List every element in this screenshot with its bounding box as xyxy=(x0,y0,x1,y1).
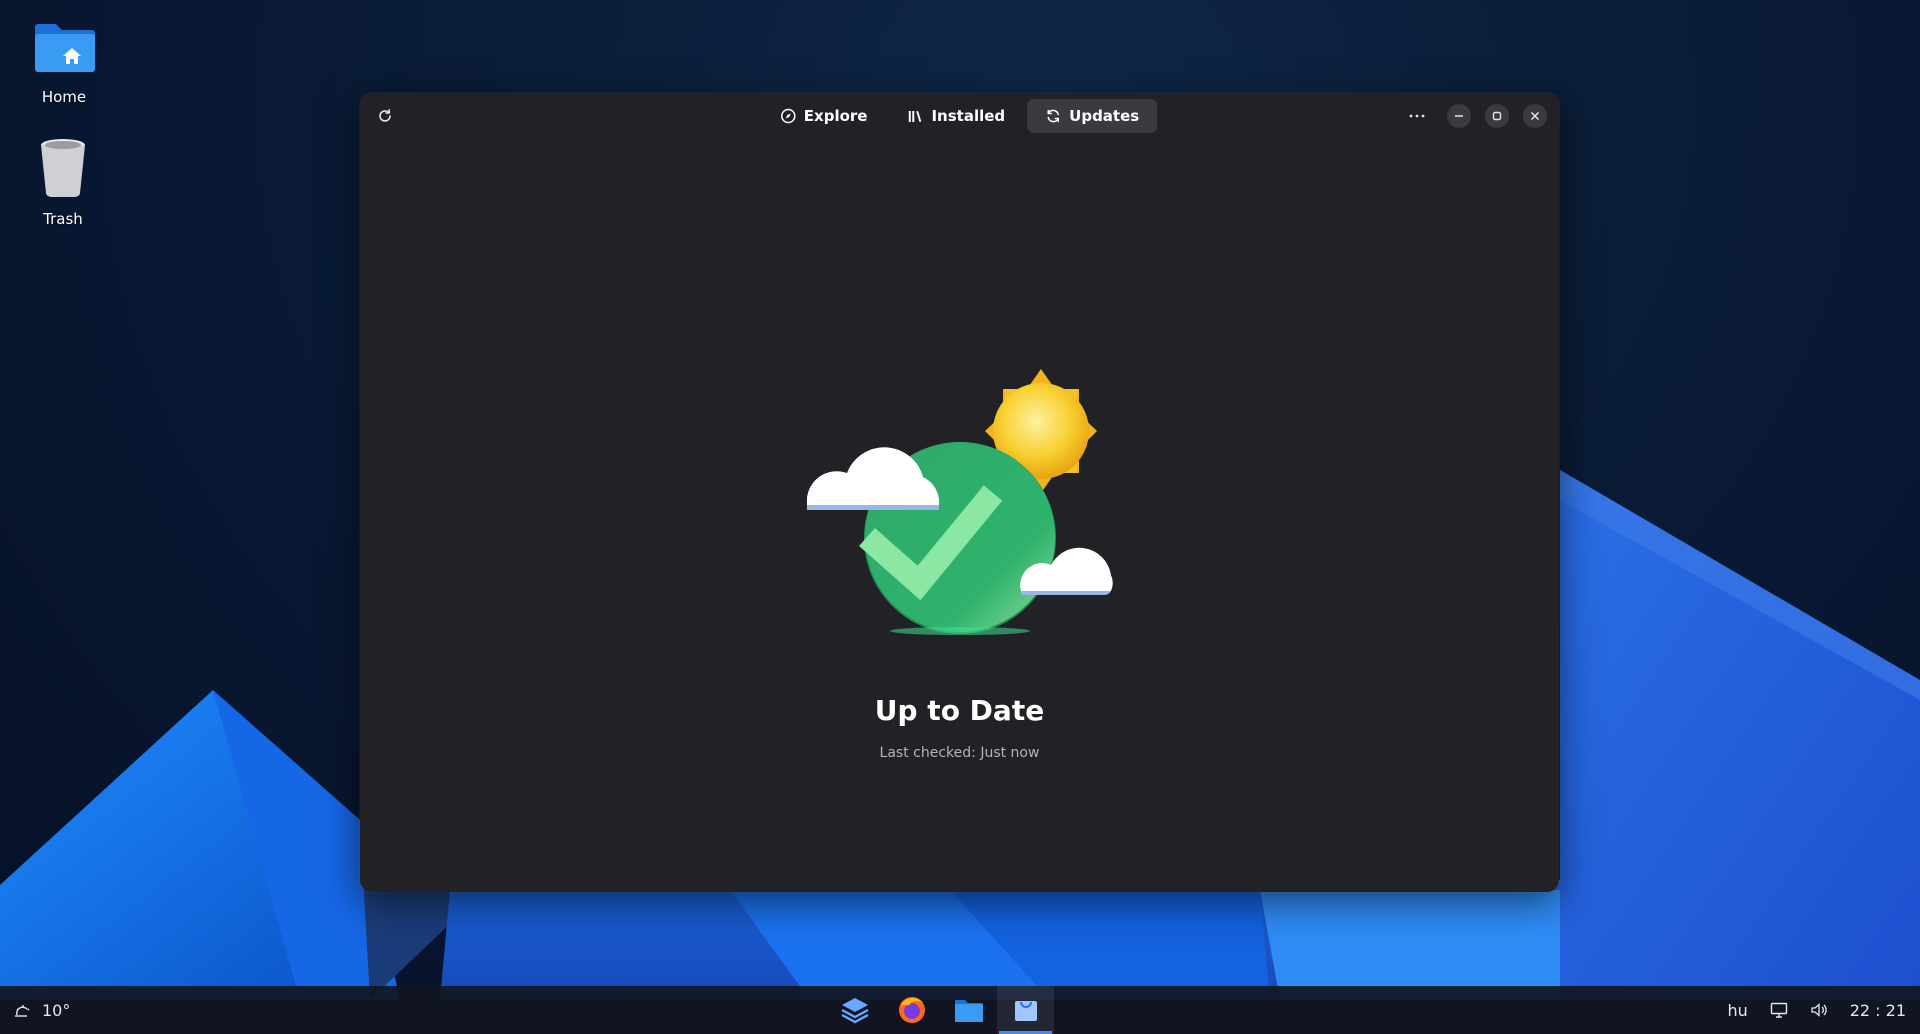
minimize-button[interactable] xyxy=(1447,104,1471,128)
tab-explore[interactable]: Explore xyxy=(762,99,886,133)
taskbar-app-files[interactable] xyxy=(940,986,997,1034)
refresh-icon xyxy=(1047,109,1059,123)
temperature: 10° xyxy=(42,1000,71,1020)
maximize-icon xyxy=(1492,111,1502,121)
keyboard-layout[interactable]: hu xyxy=(1727,1001,1747,1020)
volume-icon[interactable] xyxy=(1810,1002,1828,1018)
task-manager xyxy=(826,986,1054,1034)
software-window: Explore Installed Updates Up to Date Las… xyxy=(360,93,1559,892)
refresh-icon xyxy=(379,109,391,122)
firefox-icon xyxy=(898,997,925,1023)
weather-icon xyxy=(15,1005,30,1017)
compass-icon xyxy=(780,108,796,124)
library-icon xyxy=(908,111,922,122)
trash-icon xyxy=(41,139,85,197)
files-icon xyxy=(954,1000,983,1022)
tab-installed[interactable]: Installed xyxy=(889,99,1023,133)
main-menu-button[interactable] xyxy=(1401,101,1433,131)
titlebar: Explore Installed Updates xyxy=(360,93,1559,139)
system-tray: hu 22 : 21 xyxy=(1727,986,1906,1034)
desktop-icon-label: Home xyxy=(41,88,87,106)
clock[interactable]: 22 : 21 xyxy=(1850,1001,1906,1020)
weather-widget[interactable]: 10° xyxy=(14,986,70,1034)
tab-label: Updates xyxy=(1069,107,1140,125)
maximize-button[interactable] xyxy=(1485,104,1509,128)
network-icon[interactable] xyxy=(1770,1002,1788,1018)
software-store-icon xyxy=(1014,1001,1037,1021)
desktop-icon-home[interactable]: Home xyxy=(9,10,119,106)
tab-label: Explore xyxy=(803,107,868,125)
last-checked-text: Last checked: Just now xyxy=(879,745,1040,761)
tab-label: Installed xyxy=(931,107,1006,125)
window-controls xyxy=(1401,101,1547,131)
desktop-icon-label: Trash xyxy=(43,210,83,228)
view-switcher: Explore Installed Updates xyxy=(762,99,1158,133)
taskbar-app-software-store[interactable] xyxy=(997,986,1054,1034)
refresh-button[interactable] xyxy=(370,101,400,131)
status-title: Up to Date xyxy=(874,694,1045,727)
taskbar: 10° hu 22: 21 xyxy=(0,986,1920,1034)
taskbar-app-firefox[interactable] xyxy=(883,986,940,1034)
layers-icon xyxy=(840,998,869,1024)
tab-updates[interactable]: Updates xyxy=(1027,99,1158,133)
more-icon xyxy=(1409,114,1425,118)
home-folder-icon xyxy=(35,24,95,72)
close-button[interactable] xyxy=(1523,104,1547,128)
minimize-icon xyxy=(1455,115,1463,117)
desktop-icon-trash[interactable]: Trash xyxy=(8,132,118,228)
updates-page: Up to Date Last checked: Just now xyxy=(360,139,1559,892)
close-icon xyxy=(1530,111,1540,121)
up-to-date-illustration xyxy=(807,369,1113,635)
taskbar-app-overview[interactable] xyxy=(826,986,883,1034)
